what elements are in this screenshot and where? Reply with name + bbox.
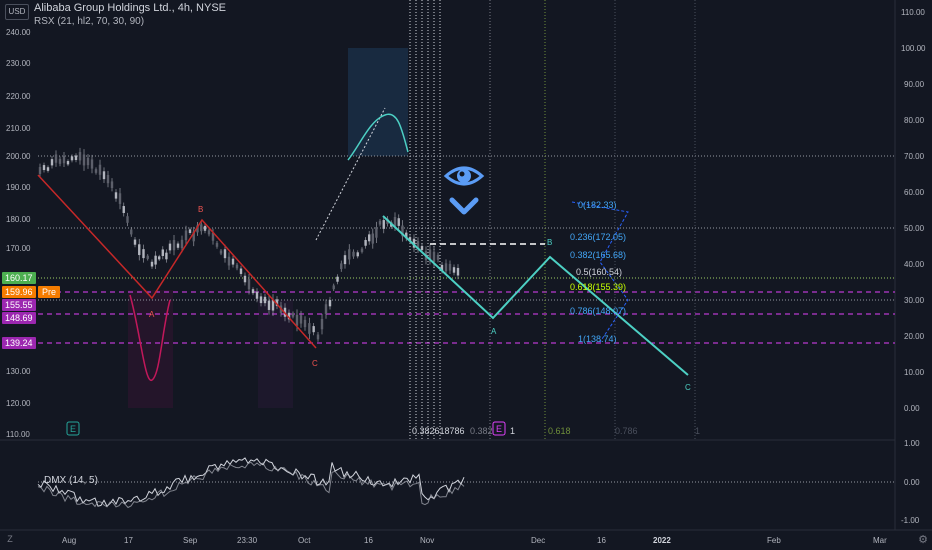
svg-text:Nov: Nov xyxy=(420,536,434,545)
rsx-zone-left xyxy=(128,290,173,408)
svg-text:0.382: 0.382 xyxy=(470,426,493,436)
svg-text:110.00: 110.00 xyxy=(6,430,30,439)
svg-text:A: A xyxy=(491,327,497,336)
svg-text:50.00: 50.00 xyxy=(904,224,925,233)
svg-text:E: E xyxy=(70,424,76,434)
svg-text:230.00: 230.00 xyxy=(6,59,31,68)
svg-text:Mar: Mar xyxy=(873,536,887,545)
last-price-badge: 160.17 xyxy=(2,272,36,284)
target-zone xyxy=(348,48,408,156)
svg-text:C: C xyxy=(685,383,691,392)
svg-text:40.00: 40.00 xyxy=(904,260,925,269)
svg-text:200.00: 200.00 xyxy=(6,152,31,161)
svg-text:16: 16 xyxy=(364,536,373,545)
svg-text:70.00: 70.00 xyxy=(904,152,925,161)
svg-text:170.00: 170.00 xyxy=(6,244,31,253)
svg-text:Feb: Feb xyxy=(767,536,781,545)
svg-text:10.00: 10.00 xyxy=(904,368,925,377)
svg-text:Dec: Dec xyxy=(531,536,545,545)
svg-text:20.00: 20.00 xyxy=(904,332,925,341)
symbol-title[interactable]: Alibaba Group Holdings Ltd., 4h, NYSE xyxy=(34,2,226,14)
chart-canvas[interactable]: 0(182.33) 0.236(172.05) 0.382(165.68) 0.… xyxy=(0,0,932,550)
fib-level-0618: 0.618(155.39) xyxy=(570,282,626,292)
svg-text:220.00: 220.00 xyxy=(6,92,31,101)
svg-text:1: 1 xyxy=(695,426,700,436)
fib-level-0: 0(182.33) xyxy=(578,200,617,210)
pre-market-label: Pre xyxy=(38,286,60,298)
svg-text:0.618: 0.618 xyxy=(548,426,571,436)
dmx-indicator-label[interactable]: DMX (14, 5) xyxy=(44,475,98,486)
level-badge-1: 155.55 xyxy=(2,299,36,311)
svg-text:30.00: 30.00 xyxy=(904,296,925,305)
svg-text:0.786: 0.786 xyxy=(615,426,638,436)
svg-text:210.00: 210.00 xyxy=(6,124,31,133)
chart-header: Alibaba Group Holdings Ltd., 4h, NYSE RS… xyxy=(34,2,226,27)
fib-level-0382: 0.382(165.68) xyxy=(570,250,626,260)
svg-text:Sep: Sep xyxy=(183,536,198,545)
zoom-button[interactable]: Z xyxy=(4,533,16,545)
pre-price-badge: 159.96 xyxy=(2,286,36,298)
svg-text:E: E xyxy=(496,424,502,434)
svg-text:120.00: 120.00 xyxy=(6,399,31,408)
fib-level-0236: 0.236(172.05) xyxy=(570,232,626,242)
svg-text:A: A xyxy=(149,310,155,319)
svg-text:B: B xyxy=(547,238,552,247)
svg-text:1.00: 1.00 xyxy=(904,439,920,448)
fib-level-0786: 0.786(148.07) xyxy=(570,306,626,316)
svg-text:110.00: 110.00 xyxy=(901,8,925,17)
rsx-indicator-label[interactable]: RSX (21, hl2, 70, 30, 90) xyxy=(34,16,226,27)
fib-level-1: 1(138.74) xyxy=(578,334,617,344)
svg-text:B: B xyxy=(198,205,203,214)
svg-text:190.00: 190.00 xyxy=(6,183,31,192)
svg-text:17: 17 xyxy=(124,536,133,545)
svg-text:Oct: Oct xyxy=(298,536,311,545)
level-badge-2: 148.69 xyxy=(2,312,36,324)
svg-text:2022: 2022 xyxy=(653,536,671,545)
svg-text:0.382618786: 0.382618786 xyxy=(412,426,465,436)
svg-text:180.00: 180.00 xyxy=(6,215,31,224)
level-badge-3: 139.24 xyxy=(2,337,36,349)
svg-text:240.00: 240.00 xyxy=(6,28,31,37)
currency-badge[interactable]: USD xyxy=(5,4,29,20)
svg-text:0.00: 0.00 xyxy=(904,404,920,413)
settings-icon[interactable]: ⚙ xyxy=(918,533,928,546)
svg-text:1: 1 xyxy=(510,426,515,436)
svg-text:16: 16 xyxy=(597,536,606,545)
svg-text:Aug: Aug xyxy=(62,536,76,545)
svg-text:-1.00: -1.00 xyxy=(901,516,920,525)
svg-text:60.00: 60.00 xyxy=(904,188,925,197)
svg-text:100.00: 100.00 xyxy=(901,44,926,53)
svg-text:C: C xyxy=(312,359,318,368)
svg-text:90.00: 90.00 xyxy=(904,80,925,89)
fib-level-05: 0.5(160.54) xyxy=(576,267,622,277)
svg-text:80.00: 80.00 xyxy=(904,116,925,125)
svg-text:23:30: 23:30 xyxy=(237,536,258,545)
svg-text:130.00: 130.00 xyxy=(6,367,31,376)
svg-text:0.00: 0.00 xyxy=(904,478,920,487)
